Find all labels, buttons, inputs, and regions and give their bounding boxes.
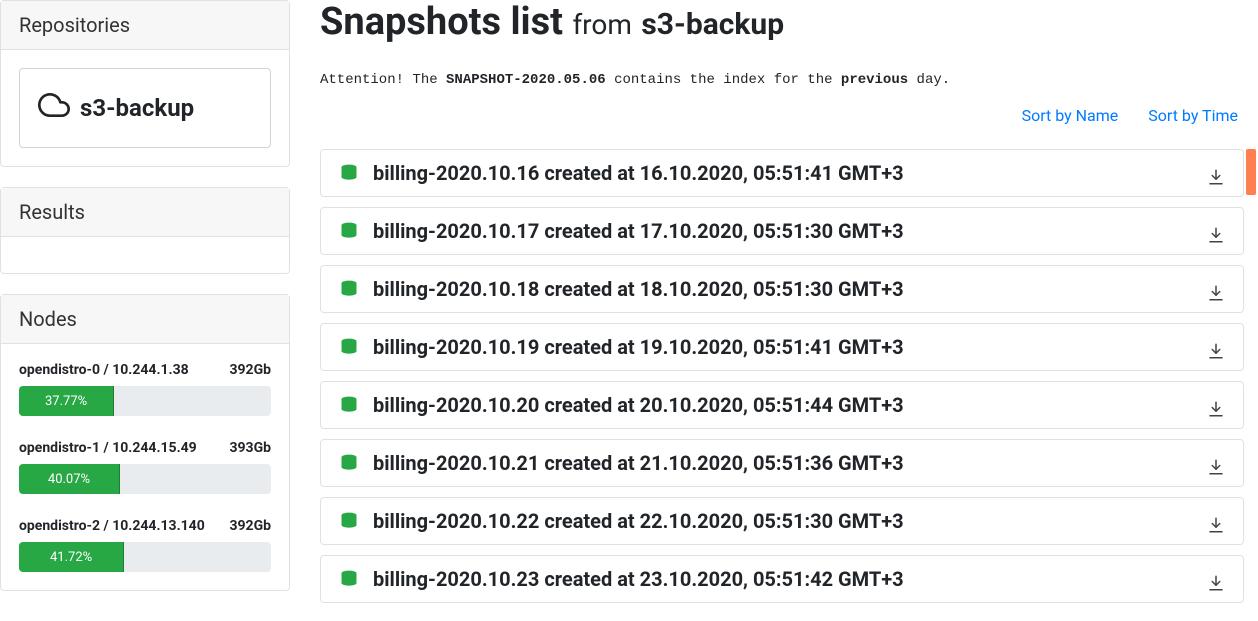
snapshot-row[interactable]: billing-2020.10.17 created at 17.10.2020… — [320, 207, 1244, 255]
node-size: 392Gb — [229, 518, 271, 534]
repository-item-s3-backup[interactable]: s3-backup — [19, 68, 271, 148]
download-icon[interactable] — [1207, 334, 1225, 360]
results-card: Results — [0, 187, 290, 274]
repositories-header: Repositories — [1, 1, 289, 50]
sort-by-time-link[interactable]: Sort by Time — [1148, 106, 1238, 125]
node-row: opendistro-0 / 10.244.1.38 392Gb 37.77% — [19, 362, 271, 416]
notice-pre: Attention! The — [320, 72, 446, 88]
node-name: opendistro-2 / 10.244.13.140 — [19, 518, 205, 534]
page-title-main: Snapshots list — [320, 0, 563, 44]
node-progress-bar: 37.77% — [19, 386, 114, 416]
snapshot-label: billing-2020.10.17 created at 17.10.2020… — [373, 219, 1207, 243]
database-icon — [339, 221, 359, 241]
node-progress-bar: 41.72% — [19, 542, 124, 572]
nodes-card: Nodes opendistro-0 / 10.244.1.38 392Gb 37.… — [0, 294, 290, 591]
snapshot-row[interactable]: billing-2020.10.20 created at 20.10.2020… — [320, 381, 1244, 429]
snapshot-label: billing-2020.10.21 created at 21.10.2020… — [373, 451, 1207, 475]
snapshots-list: billing-2020.10.16 created at 16.10.2020… — [320, 149, 1244, 603]
node-progress: 40.07% — [19, 464, 271, 494]
page-title-from: from — [572, 8, 631, 41]
notice-mid: contains the index for the — [606, 72, 841, 88]
snapshot-label: billing-2020.10.23 created at 23.10.2020… — [373, 567, 1207, 591]
database-icon — [339, 337, 359, 357]
node-name: opendistro-0 / 10.244.1.38 — [19, 362, 189, 378]
node-row: opendistro-2 / 10.244.13.140 392Gb 41.72% — [19, 518, 271, 572]
node-progress-bar: 40.07% — [19, 464, 120, 494]
notice-strong: previous — [841, 72, 908, 88]
notice-post: day. — [908, 72, 950, 88]
database-icon — [339, 163, 359, 183]
database-icon — [339, 569, 359, 589]
download-icon[interactable] — [1207, 160, 1225, 186]
node-size: 392Gb — [229, 362, 271, 378]
node-row: opendistro-1 / 10.244.15.49 393Gb 40.07% — [19, 440, 271, 494]
nodes-header: Nodes — [1, 295, 289, 344]
database-icon — [339, 395, 359, 415]
sort-by-name-link[interactable]: Sort by Name — [1022, 106, 1119, 125]
results-header: Results — [1, 188, 289, 237]
cloud-icon — [38, 89, 80, 127]
snapshot-label: billing-2020.10.22 created at 22.10.2020… — [373, 509, 1207, 533]
download-icon[interactable] — [1207, 276, 1225, 302]
snapshot-label: billing-2020.10.19 created at 19.10.2020… — [373, 335, 1207, 359]
database-icon — [339, 511, 359, 531]
snapshot-label: billing-2020.10.16 created at 16.10.2020… — [373, 161, 1207, 185]
page-title: Snapshots list from s3-backup — [320, 0, 1244, 44]
snapshot-label: billing-2020.10.18 created at 18.10.2020… — [373, 277, 1207, 301]
snapshot-row[interactable]: billing-2020.10.23 created at 23.10.2020… — [320, 555, 1244, 603]
database-icon — [339, 279, 359, 299]
attention-notice: Attention! The SNAPSHOT-2020.05.06 conta… — [320, 72, 1244, 88]
repository-item-label: s3-backup — [80, 94, 194, 122]
database-icon — [339, 453, 359, 473]
repositories-card: Repositories s3-backup — [0, 0, 290, 167]
node-progress: 41.72% — [19, 542, 271, 572]
download-icon[interactable] — [1207, 392, 1225, 418]
download-icon[interactable] — [1207, 450, 1225, 476]
node-progress: 37.77% — [19, 386, 271, 416]
snapshot-row[interactable]: billing-2020.10.19 created at 19.10.2020… — [320, 323, 1244, 371]
download-icon[interactable] — [1207, 218, 1225, 244]
snapshot-row[interactable]: billing-2020.10.18 created at 18.10.2020… — [320, 265, 1244, 313]
node-name: opendistro-1 / 10.244.15.49 — [19, 440, 197, 456]
snapshot-label: billing-2020.10.20 created at 20.10.2020… — [373, 393, 1207, 417]
page-title-repo: s3-backup — [641, 7, 784, 42]
results-body — [1, 237, 289, 273]
download-icon[interactable] — [1207, 566, 1225, 592]
notice-code: SNAPSHOT-2020.05.06 — [446, 72, 606, 88]
snapshot-row[interactable]: billing-2020.10.21 created at 21.10.2020… — [320, 439, 1244, 487]
snapshot-row[interactable]: billing-2020.10.22 created at 22.10.2020… — [320, 497, 1244, 545]
snapshot-row[interactable]: billing-2020.10.16 created at 16.10.2020… — [320, 149, 1244, 197]
download-icon[interactable] — [1207, 508, 1225, 534]
node-size: 393Gb — [229, 440, 271, 456]
